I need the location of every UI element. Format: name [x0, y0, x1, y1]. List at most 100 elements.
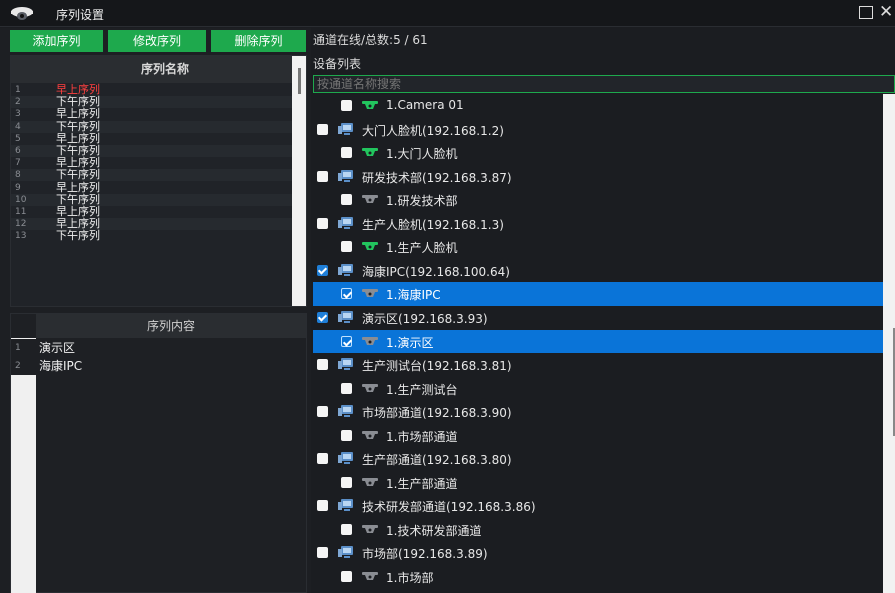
channel-node-label: 1.生产部通道 [386, 476, 458, 491]
channel-node-label: 1.市场部 [386, 571, 434, 585]
sequence-row[interactable]: 7 早上序列 [11, 157, 294, 170]
checkbox[interactable] [341, 194, 352, 206]
checkbox[interactable] [341, 382, 352, 394]
sequence-name-header: 序列名称 [11, 56, 294, 83]
channel-node[interactable]: 1.生产测试台 [313, 377, 883, 401]
sequence-row-number: 8 [15, 170, 21, 181]
device-node[interactable]: 生产测试台(192.168.3.81) [313, 353, 883, 377]
row-header-strip [11, 338, 36, 593]
channel-node[interactable]: 1.演示区 [313, 329, 883, 353]
close-icon[interactable]: ✕ [879, 2, 893, 22]
modify-sequence-button[interactable]: 修改序列 [108, 30, 206, 52]
sequence-row-number: 3 [15, 109, 21, 120]
device-node[interactable]: 市场部通道(192.168.3.90) [313, 400, 883, 424]
sequence-grid-scroll-thumb[interactable] [298, 68, 301, 94]
channel-node[interactable]: 1.Camera 01 [313, 94, 883, 118]
camera-offline-icon [362, 429, 378, 442]
camera-offline-icon [362, 382, 378, 395]
content-row[interactable]: 2 海康IPC [11, 357, 306, 375]
device-node[interactable]: 生产人脸机(192.168.1.3) [313, 212, 883, 236]
sequence-row[interactable]: 4 下午序列 [11, 119, 294, 133]
checkbox[interactable] [341, 241, 352, 253]
device-node[interactable]: 海康IPC(192.168.100.64) [313, 259, 883, 283]
channel-node[interactable]: 1.市场部 [313, 565, 883, 589]
checkbox[interactable] [317, 547, 328, 559]
channel-node[interactable]: 1.市场部通道 [313, 424, 883, 448]
checkbox[interactable] [317, 123, 328, 135]
sequence-row[interactable]: 9 早上序列 [11, 181, 294, 194]
channel-node[interactable]: 1.研发技术部 [313, 188, 883, 212]
channel-node[interactable]: 1.技术研发部通道 [313, 518, 883, 542]
device-node-label: 生产测试台(192.168.3.81) [362, 359, 512, 374]
device-tree[interactable]: 1.Camera 01 大门人脸机(192.168.1.2) 1.大门人脸机研发技术… [313, 94, 883, 593]
checkbox-checked[interactable] [341, 335, 352, 347]
checkbox[interactable] [341, 147, 352, 159]
device-icon [338, 169, 354, 183]
camera-online-icon [362, 240, 378, 253]
sequence-row-name: 下午序列 [56, 119, 100, 133]
content-row[interactable]: 1 演示区 [11, 339, 306, 357]
channel-node[interactable]: 1.大门人脸机 [313, 141, 883, 165]
add-sequence-button[interactable]: 添加序列 [10, 30, 103, 52]
channel-node-label: 1.海康IPC [386, 288, 441, 303]
sequence-row[interactable]: 8 下午序列 [11, 169, 294, 182]
device-node[interactable]: 大门人脸机(192.168.1.2) [313, 118, 883, 142]
checkbox-checked[interactable] [317, 311, 328, 323]
device-icon [338, 499, 354, 512]
checkbox[interactable] [317, 359, 328, 371]
maximize-icon[interactable] [859, 6, 873, 19]
sequence-row[interactable]: 11 早上序列 [11, 206, 294, 218]
device-node[interactable]: 技术研发部通道(192.168.3.86) [313, 494, 883, 518]
checkbox[interactable] [341, 429, 352, 441]
channel-node-label: 1.大门人脸机 [386, 147, 458, 162]
camera-online-icon [362, 146, 378, 159]
sequence-row[interactable]: 5 早上序列 [11, 132, 294, 145]
channel-node[interactable]: 1.生产人脸机 [313, 235, 883, 259]
checkbox[interactable] [341, 523, 352, 535]
channel-search-input[interactable] [313, 75, 895, 93]
content-row-number: 2 [15, 361, 21, 371]
device-node[interactable]: 研发技术部(192.168.3.87) [313, 165, 883, 189]
checkbox[interactable] [317, 500, 328, 512]
device-icon [338, 122, 354, 136]
checkbox[interactable] [341, 476, 352, 488]
device-icon [338, 263, 354, 277]
sequence-row[interactable]: 1 早上序列 [11, 84, 294, 96]
device-node-label: 市场部通道(192.168.3.90) [362, 406, 512, 421]
sequence-row[interactable]: 3 早上序列 [11, 108, 294, 121]
device-node-label: 演示区(192.168.3.93) [362, 311, 488, 326]
device-node[interactable]: 演示区(192.168.3.93) [313, 306, 883, 330]
checkbox-checked[interactable] [317, 264, 328, 276]
sequence-row[interactable]: 13 下午序列 [11, 230, 294, 243]
sequence-name-grid[interactable]: 序列名称 1 早上序列 2 下午序列 3 早上序列 4 下午序列 5 早上序列 6 下午序列 7 早上序列… [10, 55, 307, 307]
device-node-label: 海康IPC(192.168.100.64) [362, 264, 510, 279]
device-node[interactable]: 生产部通道(192.168.3.80) [313, 447, 883, 471]
checkbox[interactable] [317, 170, 328, 182]
checkbox[interactable] [317, 217, 328, 229]
checkbox[interactable] [317, 406, 328, 418]
sequence-row[interactable]: 10 下午序列 [11, 193, 294, 206]
sequence-row[interactable]: 6 下午序列 [11, 145, 294, 157]
checkbox[interactable] [341, 100, 352, 111]
camera-offline-icon [362, 335, 378, 348]
channel-node-label: 1.市场部通道 [386, 429, 458, 444]
window-title: 序列设置 [56, 8, 105, 22]
channel-node[interactable]: 1.生产部通道 [313, 471, 883, 495]
sequence-row[interactable]: 12 早上序列 [11, 218, 294, 231]
channel-node-label: 1.生产测试台 [386, 382, 458, 397]
sequence-row[interactable]: 2 下午序列 [11, 96, 294, 109]
device-icon [338, 358, 354, 371]
checkbox[interactable] [317, 453, 328, 465]
sequence-row-number: 10 [15, 194, 27, 205]
sequence-content-grid[interactable]: 序列内容 1 演示区 2 海康IPC [10, 313, 307, 593]
sequence-row-number: 11 [15, 207, 27, 217]
checkbox[interactable] [341, 571, 352, 582]
channel-node-label: 1.演示区 [386, 335, 434, 350]
content-row-name: 海康IPC [39, 359, 83, 373]
checkbox-checked[interactable] [341, 288, 352, 300]
device-node[interactable]: 市场部(192.168.3.89) [313, 541, 883, 565]
device-node-label: 生产部通道(192.168.3.80) [362, 453, 512, 468]
channel-node[interactable]: 1.海康IPC [313, 282, 883, 306]
device-icon [338, 310, 354, 324]
delete-sequence-button[interactable]: 删除序列 [211, 30, 306, 52]
